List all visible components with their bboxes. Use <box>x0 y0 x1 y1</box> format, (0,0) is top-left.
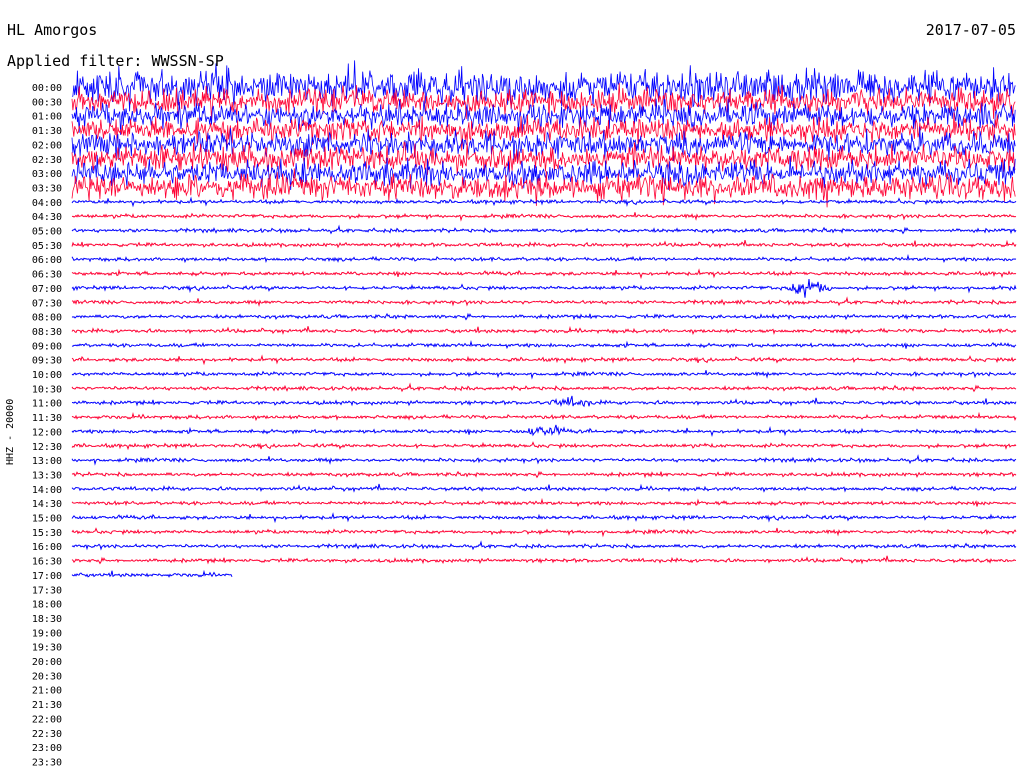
row-time-label: 23:30 <box>32 757 62 768</box>
row-time-label: 03:00 <box>32 169 62 180</box>
y-axis-label: HHZ - 20000 <box>5 398 16 465</box>
row-time-label: 06:30 <box>32 270 62 281</box>
row-time-label: 09:00 <box>32 341 62 352</box>
trace-row-1230 <box>71 441 1017 451</box>
trace-row-1330 <box>71 470 1017 479</box>
trace-row-0700 <box>71 278 1017 298</box>
row-time-label: 07:00 <box>32 284 62 295</box>
row-time-label: 09:30 <box>32 356 62 367</box>
row-time-label: 18:30 <box>32 614 62 625</box>
trace-row-0630 <box>71 268 1017 280</box>
row-time-label: 13:30 <box>32 470 62 481</box>
trace-row-0730 <box>71 296 1017 307</box>
row-time-label: 23:00 <box>32 743 62 754</box>
row-time-label: 21:00 <box>32 686 62 697</box>
row-time-label: 18:00 <box>32 600 62 611</box>
trace-row-0500 <box>71 224 1017 235</box>
trace-row-1000 <box>71 370 1017 380</box>
row-time-label: 22:30 <box>32 729 62 740</box>
filter-label: Applied filter: WWSSN-SP <box>7 52 224 70</box>
trace-row-0400 <box>71 196 1017 208</box>
row-time-label: 15:30 <box>32 528 62 539</box>
trace-row-0900 <box>71 340 1017 350</box>
trace-row-1630 <box>71 555 1016 565</box>
row-time-label: 10:00 <box>32 370 62 381</box>
row-time-label: 14:00 <box>32 485 62 496</box>
row-time-label: 01:30 <box>32 126 62 137</box>
helicorder-chart: HL Amorgos 2017-07-05 00:00 00:30 01:00 01:… <box>0 0 1024 780</box>
row-time-label: 14:30 <box>32 499 62 510</box>
row-time-label: 00:30 <box>32 97 62 108</box>
row-time-label: 01:00 <box>32 112 62 123</box>
row-time-label: 20:00 <box>32 657 62 668</box>
row-time-label: 19:30 <box>32 643 62 654</box>
trace-row-1300 <box>71 454 1017 466</box>
trace-row-1430 <box>71 497 1017 508</box>
row-time-label: 02:30 <box>32 155 62 166</box>
row-time-label: 04:30 <box>32 212 62 223</box>
row-time-label: 05:30 <box>32 241 62 252</box>
trace-row-0800 <box>71 312 1017 321</box>
row-time-label: 08:30 <box>32 327 62 338</box>
trace-row-1530 <box>71 527 1017 538</box>
trace-row-1130 <box>71 411 1017 422</box>
trace-row-0530 <box>71 239 1017 249</box>
row-time-label: 05:00 <box>32 227 62 238</box>
row-time-label: 16:00 <box>32 542 62 553</box>
row-time-label: 00:00 <box>32 83 62 94</box>
trace-row-1500 <box>71 512 1017 524</box>
row-time-label: 04:00 <box>32 198 62 209</box>
row-time-label: 17:30 <box>32 585 62 596</box>
row-time-label: 17:00 <box>32 571 62 582</box>
row-time-label: 15:00 <box>32 514 62 525</box>
trace-row-1100 <box>71 395 1017 408</box>
row-time-label: 10:30 <box>32 384 62 395</box>
trace-row-1200 <box>71 424 1017 438</box>
row-time-label: 06:00 <box>32 255 62 266</box>
row-time-label: 12:00 <box>32 427 62 438</box>
row-time-label: 22:00 <box>32 714 62 725</box>
trace-plot: 00:00 00:30 01:00 01:30 02:00 02:30 03:00 03:30… <box>32 60 1017 768</box>
trace-row-0830 <box>71 325 1017 335</box>
row-time-label: 03:30 <box>32 183 62 194</box>
trace-row-1400 <box>71 483 1017 493</box>
row-time-label: 07:30 <box>32 298 62 309</box>
row-time-label: 11:00 <box>32 399 62 410</box>
row-time-label: 21:30 <box>32 700 62 711</box>
row-time-label: 20:30 <box>32 671 62 682</box>
row-time-label: 16:30 <box>32 557 62 568</box>
trace-row-1030 <box>71 382 1017 393</box>
trace-row-0600 <box>71 253 1017 264</box>
trace-row-1700 <box>71 569 233 578</box>
trace-row-0930 <box>71 354 1017 366</box>
row-time-label: 11:30 <box>32 413 62 424</box>
trace-row-1600 <box>71 540 1017 551</box>
row-time-label: 13:00 <box>32 456 62 467</box>
row-time-label: 12:30 <box>32 442 62 453</box>
row-time-label: 08:00 <box>32 313 62 324</box>
row-time-label: 19:00 <box>32 628 62 639</box>
row-time-label: 02:00 <box>32 140 62 151</box>
trace-row-0430 <box>71 212 1017 222</box>
